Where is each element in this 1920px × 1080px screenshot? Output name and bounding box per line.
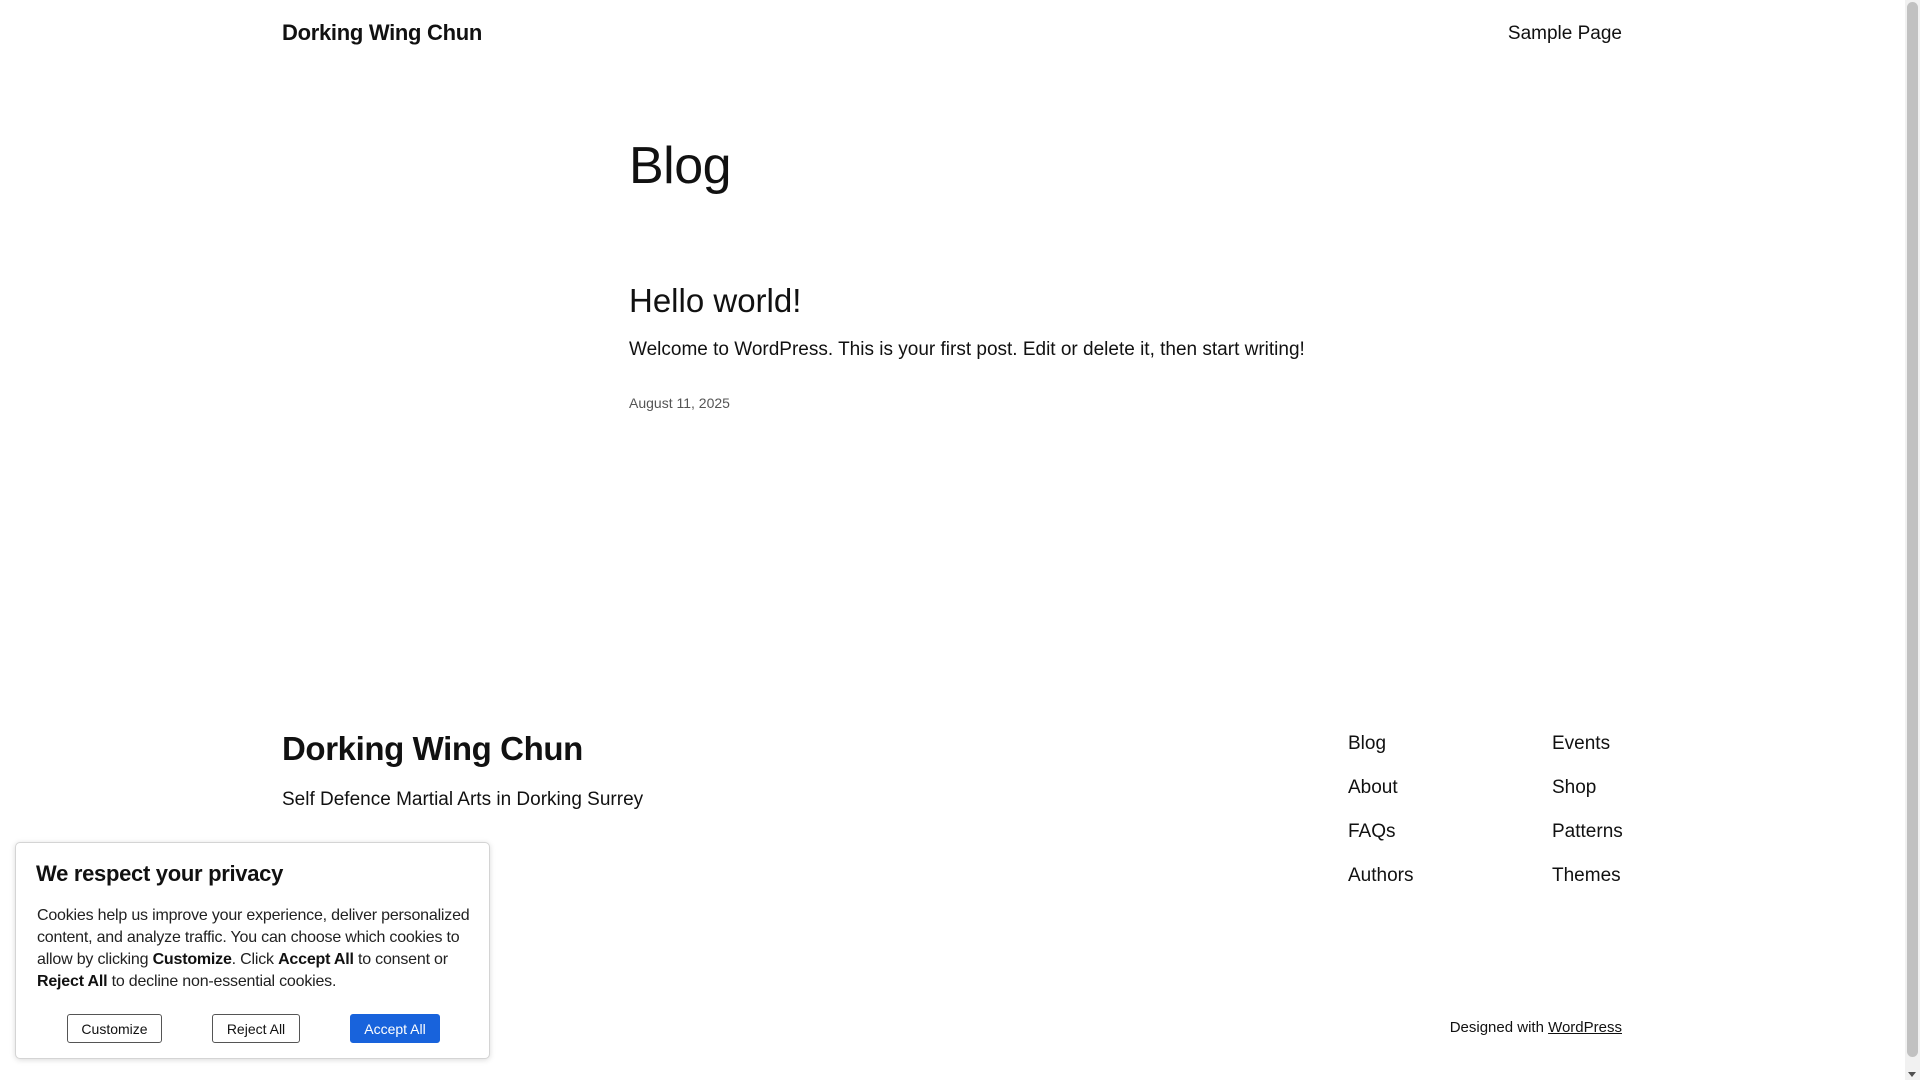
wordpress-link[interactable]: WordPress xyxy=(1548,1019,1622,1036)
cookie-banner-title: We respect your privacy xyxy=(36,861,284,886)
cookie-text-customize: Customize xyxy=(152,951,232,968)
cookie-banner-text: Cookies help us improve your experience,… xyxy=(37,905,477,993)
footer-link-blog[interactable]: Blog xyxy=(1348,732,1413,755)
site-title-link[interactable]: Dorking Wing Chun xyxy=(282,20,482,46)
cookie-text-part-3: to consent or xyxy=(353,951,448,968)
scrollbar-thumb[interactable] xyxy=(1907,2,1918,1057)
scroll-down-arrow-icon[interactable] xyxy=(1908,1072,1916,1077)
footer-nav-column-2: Events Shop Patterns Themes xyxy=(1552,732,1623,887)
accept-all-button[interactable]: Accept All xyxy=(350,1014,440,1043)
cookie-text-part-2: . Click xyxy=(231,951,279,968)
footer-link-events[interactable]: Events xyxy=(1552,732,1623,755)
post-date: August 11, 2025 xyxy=(629,395,730,411)
page: Dorking Wing Chun Sample Page Blog Hello… xyxy=(0,0,1905,1080)
vertical-scrollbar[interactable] xyxy=(1905,0,1920,1080)
cookie-consent-banner: We respect your privacy Cookies help us … xyxy=(15,842,490,1059)
cookie-text-accept: Accept All xyxy=(278,951,354,968)
footer-site-title-link[interactable]: Dorking Wing Chun xyxy=(282,730,583,768)
footer-nav-column-1: Blog About FAQs Authors xyxy=(1348,732,1413,887)
page-title: Blog xyxy=(629,137,732,195)
footer-tagline: Self Defence Martial Arts in Dorking Sur… xyxy=(282,789,644,810)
post-title-link[interactable]: Hello world! xyxy=(629,282,801,320)
footer-credits: Designed with WordPress xyxy=(1450,1019,1622,1036)
footer-link-shop[interactable]: Shop xyxy=(1552,776,1623,799)
credits-prefix: Designed with xyxy=(1449,1019,1549,1036)
footer-link-about[interactable]: About xyxy=(1348,776,1413,799)
cookie-text-part-4: to decline non-essential cookies. xyxy=(107,973,337,990)
nav-sample-page[interactable]: Sample Page xyxy=(1508,23,1622,45)
cookie-text-reject: Reject All xyxy=(37,973,108,990)
footer-link-patterns[interactable]: Patterns xyxy=(1552,820,1623,843)
footer-link-faqs[interactable]: FAQs xyxy=(1348,820,1413,843)
customize-button[interactable]: Customize xyxy=(67,1014,162,1043)
post-excerpt: Welcome to WordPress. This is your first… xyxy=(629,339,1305,360)
footer-link-authors[interactable]: Authors xyxy=(1348,864,1413,887)
footer-link-themes[interactable]: Themes xyxy=(1552,864,1623,887)
reject-all-button[interactable]: Reject All xyxy=(212,1014,300,1043)
